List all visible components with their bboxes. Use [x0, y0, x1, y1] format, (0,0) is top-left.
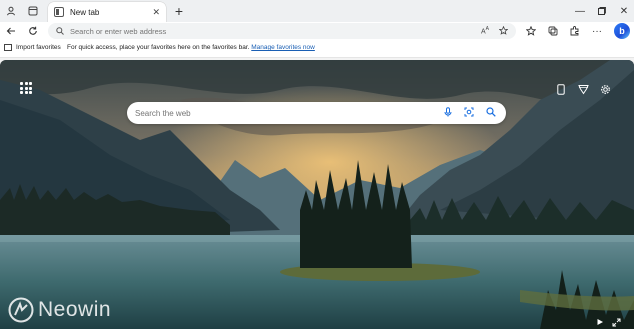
- tab-new-tab[interactable]: New tab ✕: [48, 2, 166, 22]
- navigation-bar: AA ··· b: [0, 22, 634, 40]
- import-favorites-label: Import favorites: [16, 44, 61, 51]
- background-image: [0, 60, 634, 329]
- rewards-icon[interactable]: [576, 82, 590, 96]
- web-search-input[interactable]: [135, 108, 425, 118]
- import-icon: [4, 44, 12, 51]
- address-input[interactable]: [70, 26, 450, 36]
- settings-gear-icon[interactable]: [598, 82, 612, 96]
- visual-search-icon[interactable]: [464, 104, 474, 122]
- new-tab-page: Neowin: [0, 60, 634, 329]
- search-submit-icon[interactable]: [486, 104, 496, 122]
- neowin-logo-icon: [8, 297, 34, 323]
- neowin-watermark: Neowin: [8, 297, 111, 323]
- search-icon: [56, 22, 64, 40]
- mobile-icon[interactable]: [554, 82, 568, 96]
- import-favorites-button[interactable]: Import favorites: [4, 44, 61, 51]
- close-tab-icon[interactable]: ✕: [152, 7, 160, 18]
- more-menu-icon[interactable]: ···: [588, 22, 606, 40]
- close-window-button[interactable]: ✕: [610, 0, 634, 22]
- tab-actions-icon[interactable]: [22, 0, 44, 22]
- expand-icon[interactable]: [610, 316, 622, 328]
- web-search-box[interactable]: [127, 102, 506, 124]
- favorites-icon[interactable]: [522, 22, 540, 40]
- copilot-icon[interactable]: b: [614, 23, 630, 39]
- refresh-button[interactable]: [24, 22, 42, 40]
- apps-launcher-icon[interactable]: [20, 82, 32, 94]
- manage-favorites-link[interactable]: Manage favorites now: [251, 44, 315, 51]
- play-video-icon[interactable]: [594, 316, 606, 328]
- favorites-bar: Import favorites For quick access, place…: [0, 40, 634, 58]
- profile-icon[interactable]: [0, 0, 22, 22]
- tab-label: New tab: [70, 7, 100, 17]
- tab-strip: New tab ✕ + — ✕: [0, 0, 634, 22]
- microphone-icon[interactable]: [444, 104, 452, 122]
- tab-page-icon: [54, 7, 64, 17]
- favorites-message-text: For quick access, place your favorites h…: [67, 44, 250, 51]
- neowin-watermark-text: Neowin: [38, 298, 112, 321]
- new-tab-button[interactable]: +: [170, 2, 188, 20]
- extensions-icon[interactable]: [566, 22, 584, 40]
- read-aloud-icon[interactable]: AA: [481, 26, 489, 35]
- back-button[interactable]: [2, 22, 20, 40]
- collections-icon[interactable]: [544, 22, 562, 40]
- favorites-message: For quick access, place your favorites h…: [67, 44, 315, 51]
- address-bar[interactable]: AA: [48, 23, 516, 39]
- add-favorite-icon[interactable]: [498, 25, 509, 37]
